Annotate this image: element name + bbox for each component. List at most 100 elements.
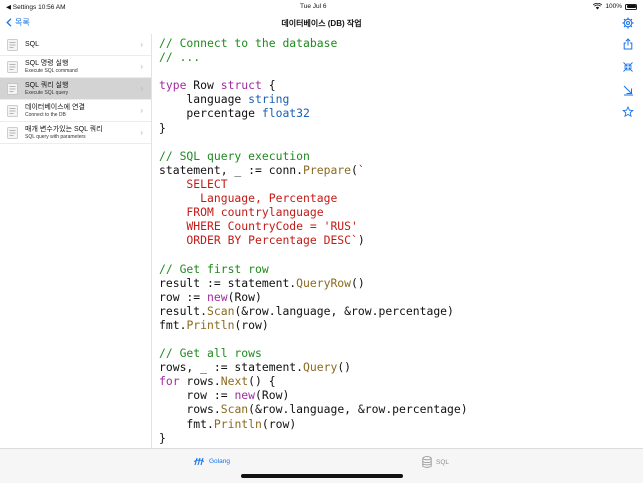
code-token: fmt. [159, 416, 214, 431]
code-line: result := statement.QueryRow() [159, 276, 611, 290]
status-right: 100% [593, 3, 637, 10]
code-token: () [337, 360, 352, 375]
database-icon [422, 456, 432, 468]
code-line: Language, Percentage [159, 191, 611, 205]
code-token: SELECT [159, 176, 228, 191]
code-line: ​ [159, 64, 611, 78]
code-line: language string [159, 92, 611, 106]
sidebar-item-text: 매개 변수가있는 SQL 쿼리 SQL query with parameters [25, 126, 103, 140]
code-line: statement, _ := conn.Prepare(` [159, 163, 611, 177]
sidebar-item-title: 매개 변수가있는 SQL 쿼리 [25, 125, 103, 133]
code-token: ORDER BY Percentage DESC` [159, 233, 358, 248]
sidebar-item[interactable]: SQL › [0, 34, 151, 56]
code-line: // Connect to the database [159, 36, 611, 50]
collapse-icon[interactable] [622, 61, 634, 73]
code-token: result. [159, 303, 208, 318]
code-line: type Row struct { [159, 78, 611, 92]
code-token: type [159, 78, 187, 93]
document-icon [7, 104, 18, 117]
document-icon [7, 60, 18, 73]
code-token: ( [351, 162, 358, 177]
code-line: } [159, 121, 611, 135]
code-token: // Get all rows [159, 346, 262, 361]
sidebar-item-title: 데이터베이스에 연결 [25, 103, 85, 111]
code-token: Query [303, 360, 338, 375]
code-line: for rows.Next() { [159, 374, 611, 388]
sidebar-item[interactable]: SQL 명령 실행 Execute SQL command › [0, 56, 151, 78]
code-token: struct [220, 78, 262, 93]
code-token: row := [159, 388, 235, 403]
navigation-bar: 목록 데이터베이스 (DB) 작업 [0, 12, 643, 34]
code-line: rows.Scan(&row.language, &row.percentage… [159, 402, 611, 416]
gear-icon[interactable] [622, 17, 634, 29]
sidebar-item[interactable]: 매개 변수가있는 SQL 쿼리 SQL query with parameters… [0, 122, 151, 144]
code-token: (&row.language, &row.percentage) [248, 402, 468, 417]
code-token: Prepare [303, 162, 352, 177]
sidebar-item-text: SQL [25, 41, 39, 49]
code-token: } [159, 430, 166, 445]
code-token: ` [357, 162, 365, 177]
code-token: } [159, 120, 166, 135]
code-token: { [261, 78, 276, 93]
code-token: Language, Percentage [159, 191, 338, 206]
wifi-icon [593, 3, 603, 10]
chevron-right-icon: › [140, 40, 143, 49]
code-line: ​ [159, 332, 611, 346]
code-token: result := statement. [159, 275, 297, 290]
code-token: // Connect to the database [159, 36, 338, 50]
code-token: (row) [261, 416, 297, 431]
battery-icon [625, 3, 637, 10]
sidebar-item-text: 데이터베이스에 연결 Connect to the DB [25, 104, 85, 118]
sidebar-item[interactable]: 데이터베이스에 연결 Connect to the DB › [0, 100, 151, 122]
sidebar-item-subtitle: Connect to the DB [25, 111, 66, 118]
tab-sql[interactable]: SQL [422, 456, 449, 468]
code-token: language [159, 92, 249, 107]
code-token: (Row) [227, 289, 262, 304]
code-token: statement, _ := conn. [159, 162, 304, 177]
code-line: WHERE CountryCode = 'RUS' [159, 219, 611, 233]
tab-golang[interactable]: Golang [193, 456, 230, 467]
code-token: (&row.language, &row.percentage) [234, 303, 454, 318]
home-indicator[interactable] [241, 474, 403, 478]
page-title: 데이터베이스 (DB) 작업 [281, 19, 362, 28]
code-line: fmt.Println(row) [159, 417, 611, 431]
status-date: Tue Jul 6 [300, 3, 327, 10]
code-token: Scan [207, 303, 235, 318]
code-token: new [234, 388, 256, 403]
expand-icon[interactable] [622, 84, 634, 96]
code-token: new [207, 289, 228, 304]
code-line: SELECT [159, 177, 611, 191]
sidebar: SQL › SQL 명령 실행 Execute SQL command › SQL 쿼리 … [0, 34, 152, 448]
code-token: Println [186, 317, 235, 332]
code-line: ​ [159, 135, 611, 149]
chevron-right-icon: › [140, 128, 143, 137]
code-line: } [159, 431, 611, 445]
status-left: ◀ Settings 10:56 AM [6, 4, 66, 11]
tab-sql-label: SQL [436, 458, 450, 466]
sidebar-item[interactable]: SQL 쿼리 실행 Execute SQL query › [0, 78, 151, 100]
code-token: percentage [159, 106, 262, 121]
code-line: row := new(Row) [159, 290, 611, 304]
code-line: FROM countrylanguage [159, 205, 611, 219]
code-token: // SQL query execution [159, 148, 310, 163]
code-line: percentage float32 [159, 106, 611, 120]
code-line: ORDER BY Percentage DESC`) [159, 233, 611, 247]
right-toolbar [613, 34, 643, 124]
code-token: (row) [234, 317, 269, 332]
code-token: Println [213, 416, 262, 431]
share-icon[interactable] [622, 38, 634, 50]
sidebar-item-subtitle: SQL query with parameters [25, 133, 86, 140]
code-line: result.Scan(&row.language, &row.percenta… [159, 304, 611, 318]
code-token: WHERE CountryCode = 'RUS' [159, 219, 358, 234]
document-icon [7, 38, 18, 51]
code-token: (Row) [255, 388, 290, 403]
document-icon [7, 126, 18, 139]
chevron-right-icon: › [140, 84, 143, 93]
star-icon[interactable] [622, 106, 634, 118]
code-line: rows, _ := statement.Query() [159, 360, 611, 374]
code-line: fmt.Println(row) [159, 318, 611, 332]
sidebar-item-subtitle: Execute SQL query [25, 89, 69, 96]
code-token: ) [357, 233, 365, 248]
sidebar-item-title: SQL 명령 실행 [25, 59, 69, 67]
sidebar-item-subtitle: Execute SQL command [25, 67, 78, 74]
